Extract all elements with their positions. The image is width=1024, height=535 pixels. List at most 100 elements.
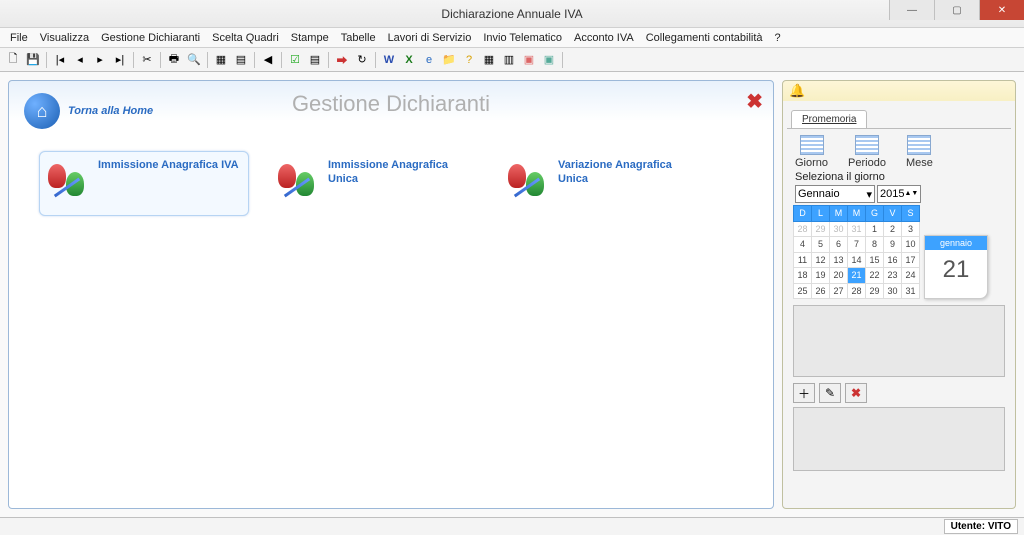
mode-day[interactable]: Giorno bbox=[795, 135, 828, 169]
card-0[interactable]: Immissione Anagrafica IVA bbox=[39, 151, 249, 216]
cal-day-9[interactable]: 9 bbox=[884, 237, 902, 253]
help-icon[interactable]: ? bbox=[460, 51, 478, 69]
tab-promemoria[interactable]: Promemoria bbox=[791, 110, 867, 128]
refresh-icon[interactable]: ↻ bbox=[353, 51, 371, 69]
check-icon[interactable]: ☑ bbox=[286, 51, 304, 69]
mode-month[interactable]: Mese bbox=[906, 135, 933, 169]
cal-day-22[interactable]: 22 bbox=[866, 268, 884, 284]
menu-acconto-iva[interactable]: Acconto IVA bbox=[568, 30, 640, 46]
cal-day-14[interactable]: 14 bbox=[848, 252, 866, 268]
people-icon bbox=[48, 158, 90, 200]
card-1[interactable]: Immissione Anagrafica Unica bbox=[269, 151, 479, 216]
notes-list[interactable] bbox=[793, 305, 1005, 377]
page-title: Gestione Dichiaranti bbox=[292, 91, 490, 117]
panel-close-icon[interactable]: ✖ bbox=[746, 89, 763, 114]
cal-day-8[interactable]: 8 bbox=[866, 237, 884, 253]
cal-day-27[interactable]: 27 bbox=[830, 283, 848, 299]
cal-day-18[interactable]: 18 bbox=[794, 268, 812, 284]
grid2-icon[interactable]: ▥ bbox=[500, 51, 518, 69]
cal-day-12[interactable]: 12 bbox=[812, 252, 830, 268]
cal-day-13[interactable]: 13 bbox=[830, 252, 848, 268]
cal-day-3[interactable]: 3 bbox=[902, 221, 920, 237]
cal-day-10[interactable]: 10 bbox=[902, 237, 920, 253]
app2-icon[interactable]: ▣ bbox=[540, 51, 558, 69]
maximize-button[interactable]: ▢ bbox=[934, 0, 979, 20]
people-icon bbox=[508, 158, 550, 200]
first-icon[interactable]: |◂ bbox=[51, 51, 69, 69]
preview-icon[interactable]: 🔍 bbox=[185, 51, 203, 69]
menu-gestione-dichiaranti[interactable]: Gestione Dichiaranti bbox=[95, 30, 206, 46]
mode-period[interactable]: Periodo bbox=[848, 135, 886, 169]
menu-file[interactable]: File bbox=[4, 30, 34, 46]
cal-day-31[interactable]: 31 bbox=[902, 283, 920, 299]
cal-day-6[interactable]: 6 bbox=[830, 237, 848, 253]
cal-day-30[interactable]: 30 bbox=[884, 283, 902, 299]
cal-day-5[interactable]: 5 bbox=[812, 237, 830, 253]
cal-day-2[interactable]: 2 bbox=[884, 221, 902, 237]
calendar-day-icon bbox=[800, 135, 824, 155]
menu-stampe[interactable]: Stampe bbox=[285, 30, 335, 46]
tool1-icon[interactable]: ▦ bbox=[212, 51, 230, 69]
add-note-icon[interactable]: ＋ bbox=[793, 383, 815, 403]
edit-note-icon[interactable]: ✎ bbox=[819, 383, 841, 403]
cal-day-26[interactable]: 26 bbox=[812, 283, 830, 299]
grid1-icon[interactable]: ▦ bbox=[480, 51, 498, 69]
print-icon[interactable]: 🖶 bbox=[165, 51, 183, 69]
cal-day-25[interactable]: 25 bbox=[794, 283, 812, 299]
cal-day-16[interactable]: 16 bbox=[884, 252, 902, 268]
cal-day-28[interactable]: 28 bbox=[848, 283, 866, 299]
close-button[interactable]: ✕ bbox=[979, 0, 1024, 20]
menu-collegamenti-contabilit-[interactable]: Collegamenti contabilità bbox=[640, 30, 769, 46]
cal-day-23[interactable]: 23 bbox=[884, 268, 902, 284]
cal-day-1[interactable]: 1 bbox=[866, 221, 884, 237]
tool2-icon[interactable]: ▤ bbox=[232, 51, 250, 69]
note-text-area[interactable] bbox=[793, 407, 1005, 471]
list-icon[interactable]: ▤ bbox=[306, 51, 324, 69]
user-label: Utente: VITO bbox=[944, 519, 1018, 534]
cal-day-31[interactable]: 31 bbox=[848, 221, 866, 237]
save-icon[interactable]: 💾 bbox=[24, 51, 42, 69]
cal-day-7[interactable]: 7 bbox=[848, 237, 866, 253]
cal-day-11[interactable]: 11 bbox=[794, 252, 812, 268]
menu--[interactable]: ? bbox=[769, 30, 787, 46]
back-icon[interactable]: ◀ bbox=[259, 51, 277, 69]
month-select[interactable]: Gennaio ▾ bbox=[795, 185, 875, 203]
menu-invio-telematico[interactable]: Invio Telematico bbox=[477, 30, 568, 46]
year-spinner[interactable]: 2015 ▲▼ bbox=[877, 185, 921, 203]
card-2[interactable]: Variazione Anagrafica Unica bbox=[499, 151, 709, 216]
cal-day-21[interactable]: 21 bbox=[848, 268, 866, 284]
menu-tabelle[interactable]: Tabelle bbox=[335, 30, 382, 46]
cal-day-30[interactable]: 30 bbox=[830, 221, 848, 237]
menu-scelta-quadri[interactable]: Scelta Quadri bbox=[206, 30, 285, 46]
new-icon[interactable]: 🗋 bbox=[4, 51, 22, 69]
last-icon[interactable]: ▸| bbox=[111, 51, 129, 69]
cal-day-4[interactable]: 4 bbox=[794, 237, 812, 253]
cal-day-20[interactable]: 20 bbox=[830, 268, 848, 284]
app1-icon[interactable]: ▣ bbox=[520, 51, 538, 69]
prev-icon[interactable]: ◂ bbox=[71, 51, 89, 69]
card-row: Immissione Anagrafica IVA Immissione Anag… bbox=[39, 151, 709, 216]
cal-day-19[interactable]: 19 bbox=[812, 268, 830, 284]
cal-day-28[interactable]: 28 bbox=[794, 221, 812, 237]
cut-icon[interactable]: ✂ bbox=[138, 51, 156, 69]
folder-icon[interactable]: 📁 bbox=[440, 51, 458, 69]
home-link[interactable]: ⌂ Torna alla Home bbox=[24, 93, 153, 129]
menu-lavori-di-servizio[interactable]: Lavori di Servizio bbox=[382, 30, 478, 46]
menu-visualizza[interactable]: Visualizza bbox=[34, 30, 95, 46]
cal-day-29[interactable]: 29 bbox=[866, 283, 884, 299]
next-icon[interactable]: ▸ bbox=[91, 51, 109, 69]
excel-icon[interactable]: X bbox=[400, 51, 418, 69]
cal-day-15[interactable]: 15 bbox=[866, 252, 884, 268]
word-icon[interactable]: W bbox=[380, 51, 398, 69]
exit-icon[interactable]: ⮕ bbox=[333, 51, 351, 69]
cal-day-17[interactable]: 17 bbox=[902, 252, 920, 268]
promemoria-panel: 🔔 Promemoria Giorno Periodo Mese Selezio… bbox=[782, 80, 1016, 509]
cal-day-29[interactable]: 29 bbox=[812, 221, 830, 237]
delete-note-icon[interactable]: ✖ bbox=[845, 383, 867, 403]
minimize-button[interactable]: — bbox=[889, 0, 934, 20]
cal-day-24[interactable]: 24 bbox=[902, 268, 920, 284]
ie-icon[interactable]: e bbox=[420, 51, 438, 69]
client-area: ⌂ Torna alla Home Gestione Dichiaranti ✖… bbox=[0, 72, 1024, 517]
people-icon bbox=[278, 158, 320, 200]
calendar-grid[interactable]: DLMMGVS282930311234567891011121314151617… bbox=[793, 205, 920, 299]
